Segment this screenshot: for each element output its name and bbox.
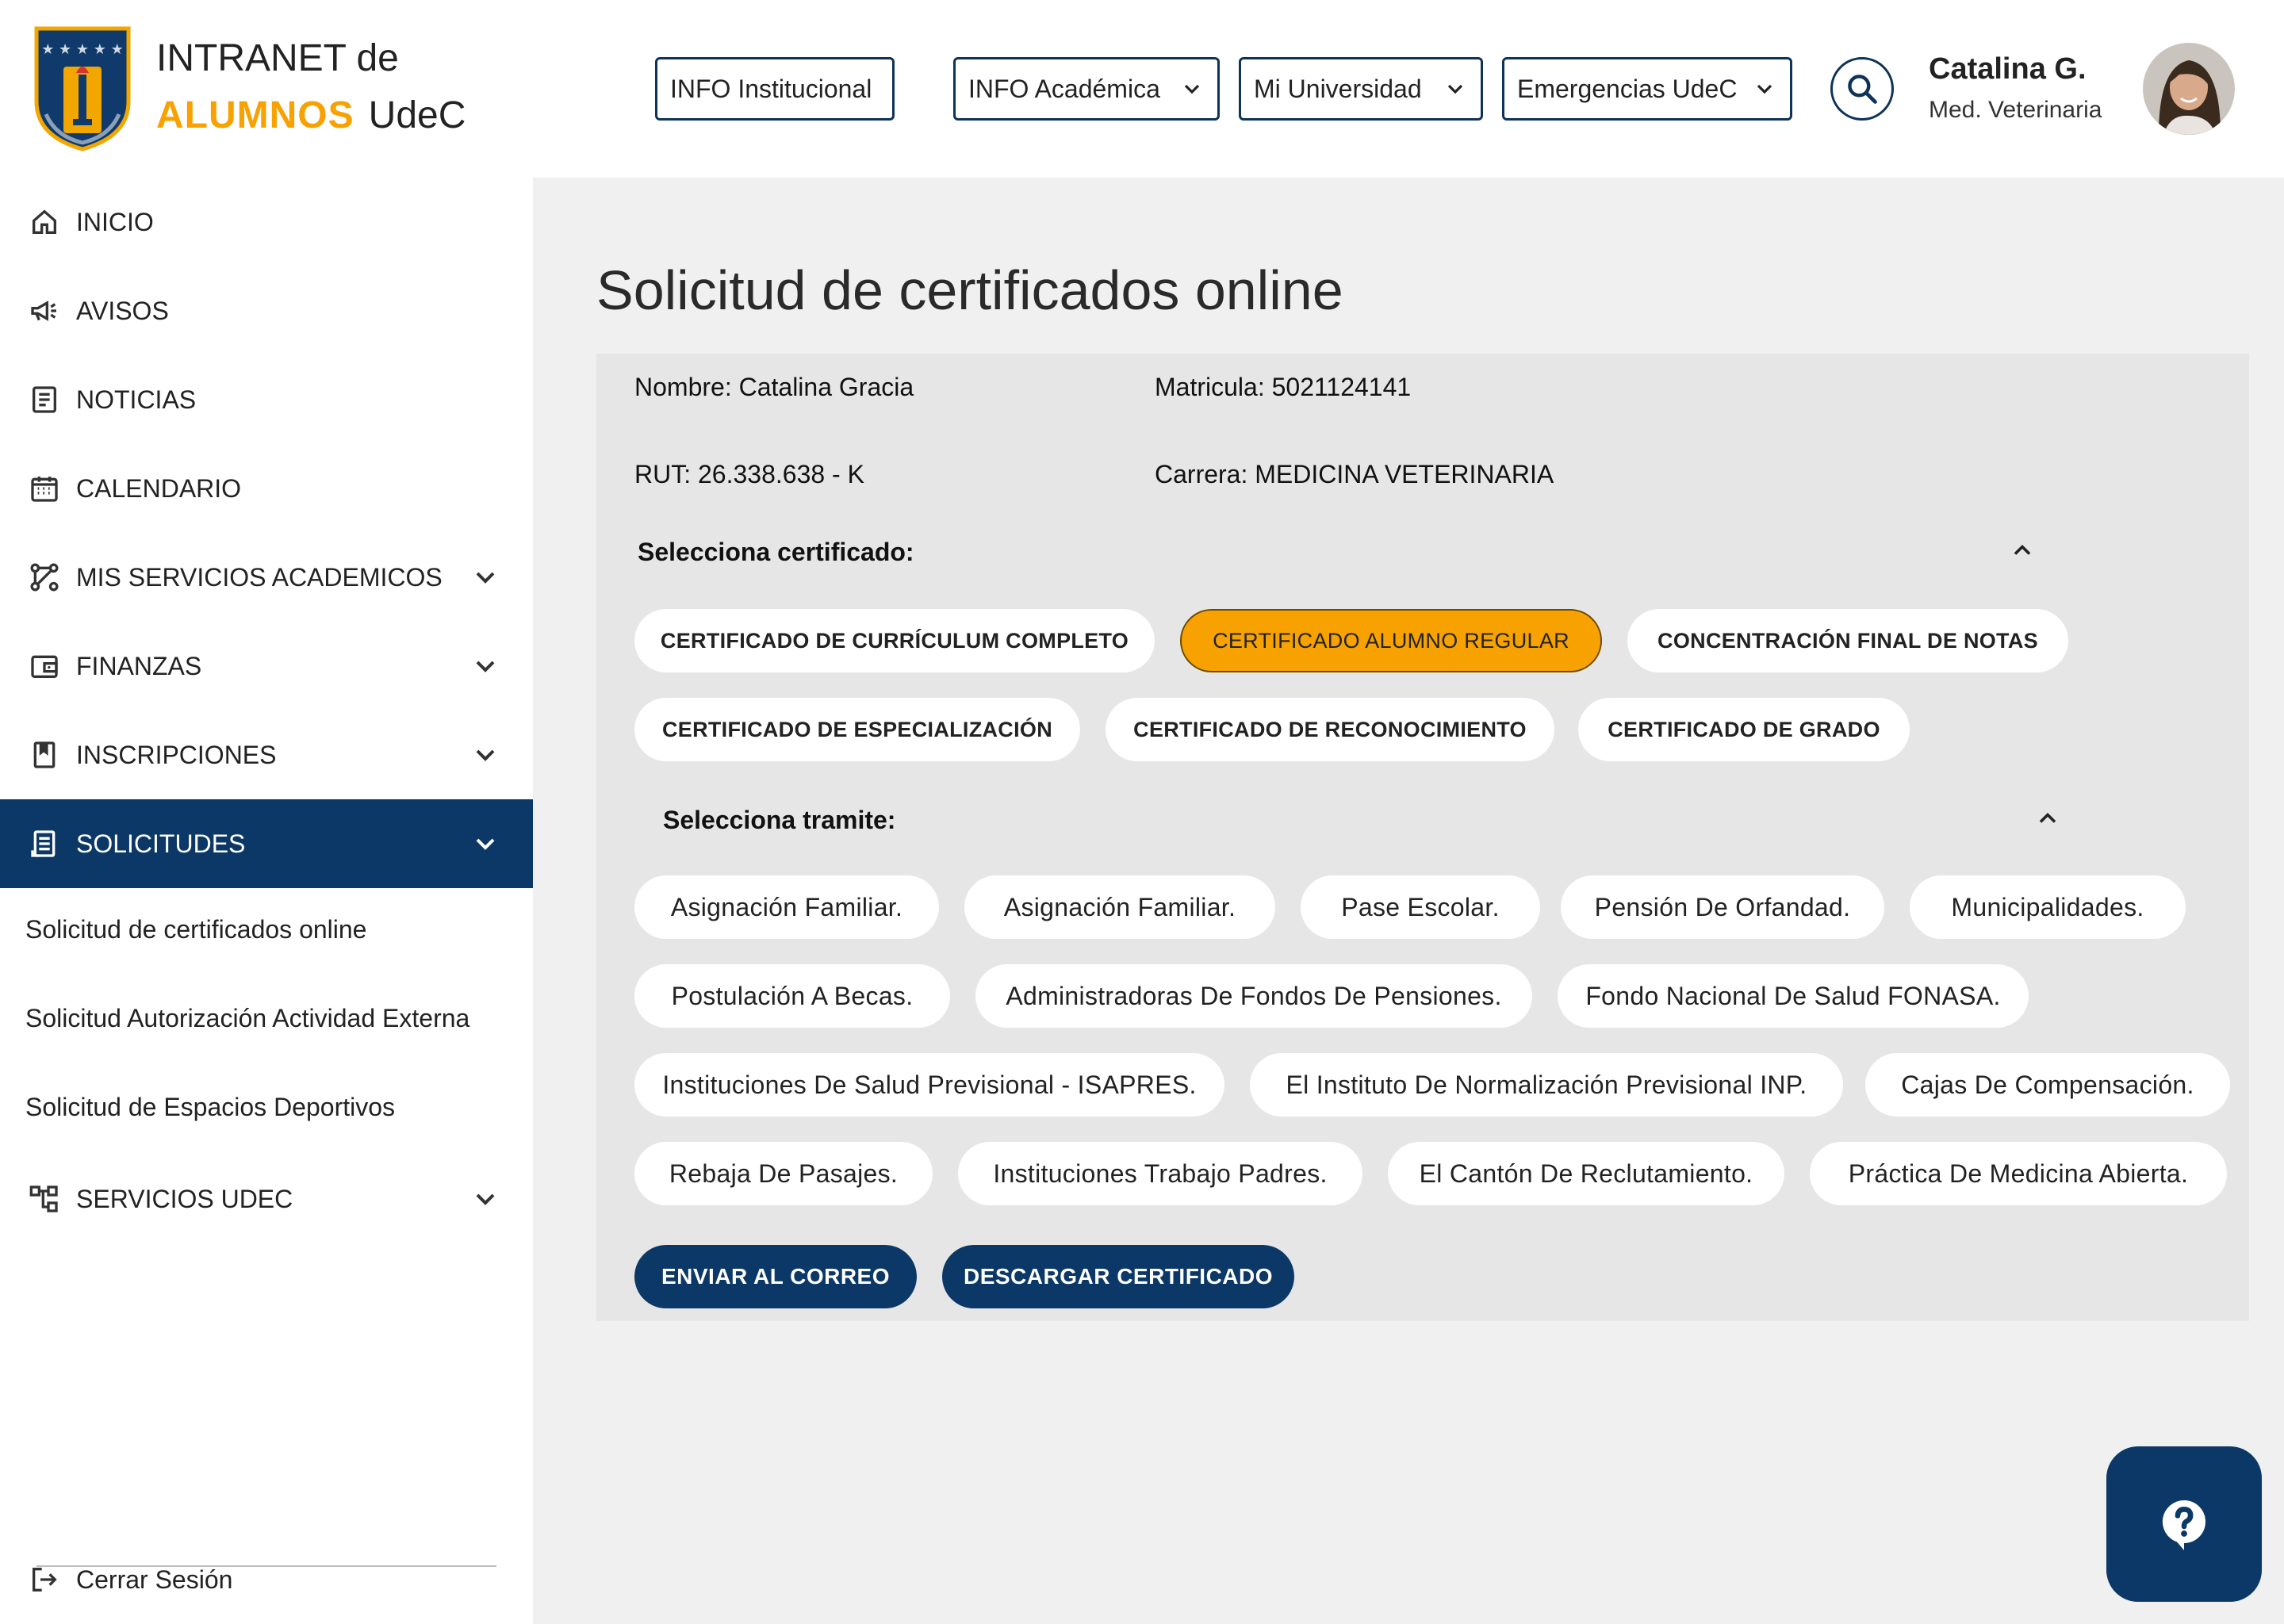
sidebar-item-mis-servicios-academicos[interactable]: MIS SERVICIOS ACADEMICOS: [0, 533, 533, 622]
tramite-section-label: Selecciona tramite:: [663, 806, 896, 834]
logout-icon: [33, 1568, 57, 1591]
send-email-button[interactable]: ENVIAR AL CORREO: [634, 1245, 917, 1308]
tramite-chip[interactable]: El Cantón De Reclutamiento.: [1388, 1142, 1784, 1205]
tramite-chip[interactable]: Pensión De Orfandad.: [1561, 875, 1884, 939]
sidebar-subitem-espacios-deportivos[interactable]: Solicitud de Espacios Deportivos: [25, 1093, 395, 1122]
sidebar-item-finanzas[interactable]: FINANZAS: [0, 622, 533, 710]
tramite-chip[interactable]: El Instituto De Normalización Previsiona…: [1250, 1053, 1843, 1116]
udec-logo[interactable]: ★ ★ ★ ★ ★: [32, 25, 133, 152]
nav-label: Mi Universidad: [1254, 74, 1422, 103]
chevron-up-icon[interactable]: [2008, 536, 2037, 565]
sidebar-item-label: NOTICIAS: [76, 385, 197, 414]
tramite-chip[interactable]: Instituciones De Salud Previsional - ISA…: [634, 1053, 1224, 1116]
bookmark-icon: [33, 741, 56, 768]
chevron-down-icon: [1757, 84, 1772, 94]
tramite-chip[interactable]: Administradoras De Fondos De Pensiones.: [975, 964, 1532, 1028]
student-matricula: Matricula: 5021124141: [1155, 373, 1412, 401]
user-name: Catalina G.: [1929, 52, 2087, 86]
sidebar-item-noticias[interactable]: NOTICIAS: [0, 355, 533, 444]
chevron-down-icon: [1447, 84, 1463, 94]
sidebar-item-label: AVISOS: [76, 296, 169, 325]
home-icon: [33, 209, 56, 234]
sidebar-item-solicitudes[interactable]: SOLICITUDES: [0, 799, 533, 888]
avatar[interactable]: [2143, 43, 2235, 135]
brand-title: INTRANET de: [156, 37, 399, 79]
chevron-down-icon: [476, 572, 495, 584]
tramite-chip[interactable]: Postulación A Becas.: [634, 964, 950, 1028]
sidebar-item-label: SERVICIOS UDEC: [76, 1184, 293, 1213]
tramite-chip[interactable]: Asignación Familiar.: [964, 875, 1275, 939]
nav-label: Emergencias UdeC: [1517, 74, 1738, 103]
megaphone-icon: [31, 301, 56, 321]
nav-label: INFO Institucional: [670, 74, 872, 103]
tramite-chip[interactable]: Municipalidades.: [1910, 875, 2186, 939]
chevron-down-icon: [1184, 84, 1200, 94]
tramite-chip[interactable]: Rebaja De Pasajes.: [634, 1142, 933, 1205]
tramite-chip[interactable]: Práctica De Medicina Abierta.: [1810, 1142, 2227, 1205]
sidebar-item-servicios-udec[interactable]: SERVICIOS UDEC: [0, 1155, 533, 1243]
document-icon: [31, 830, 56, 857]
brand-alumnos: ALUMNOS: [156, 94, 354, 136]
download-certificate-button[interactable]: DESCARGAR CERTIFICADO: [942, 1245, 1294, 1308]
tramite-chip[interactable]: Fondo Nacional De Salud FONASA.: [1558, 964, 2029, 1028]
student-carrera: Carrera: MEDICINA VETERINARIA: [1155, 460, 1554, 488]
sidebar-subitem-actividad-externa[interactable]: Solicitud Autorización Actividad Externa: [25, 1004, 469, 1033]
brand-udec: UdeC: [368, 94, 466, 136]
logout-button[interactable]: Cerrar Sesión: [0, 1535, 533, 1624]
chevron-down-icon: [476, 661, 495, 672]
sidebar-item-label: CALENDARIO: [76, 473, 242, 503]
sidebar-subitem-certificados[interactable]: Solicitud de certificados online: [25, 915, 366, 944]
sidebar-item-inicio[interactable]: INICIO: [0, 178, 533, 266]
search-icon: [1848, 75, 1877, 104]
certificate-chip[interactable]: CERTIFICADO DE GRADO: [1578, 698, 1910, 761]
user-career: Med. Veterinaria: [1929, 97, 2102, 123]
sidebar-item-label: MIS SERVICIOS ACADEMICOS: [76, 562, 443, 592]
services-icon: [30, 563, 59, 592]
search-button[interactable]: [1830, 57, 1894, 121]
nav-info-institucional-dropdown[interactable]: INFO Institucional: [655, 57, 895, 121]
certificate-chip[interactable]: CERTIFICADO DE CURRÍCULUM COMPLETO: [634, 609, 1155, 672]
help-icon: [2162, 1500, 2205, 1550]
wallet-icon: [31, 655, 58, 678]
chevron-down-icon: [476, 838, 495, 850]
chevron-down-icon: [476, 1193, 495, 1205]
nav-label: INFO Académica: [968, 74, 1160, 103]
sidebar-item-avisos[interactable]: AVISOS: [0, 266, 533, 355]
chevron-up-icon[interactable]: [2033, 804, 2062, 833]
certificate-chip[interactable]: CERTIFICADO DE ESPECIALIZACIÓN: [634, 698, 1080, 761]
nav-mi-universidad-dropdown[interactable]: Mi Universidad: [1239, 57, 1483, 121]
sidebar-item-inscripciones[interactable]: INSCRIPCIONES: [0, 710, 533, 799]
svg-text:★ ★ ★ ★ ★: ★ ★ ★ ★ ★: [41, 41, 124, 58]
sidebar-item-label: FINANZAS: [76, 651, 202, 680]
tramite-chip[interactable]: Asignación Familiar.: [634, 875, 939, 939]
nav-emergencias-dropdown[interactable]: Emergencias UdeC: [1502, 57, 1792, 121]
calendar-icon: [31, 477, 58, 502]
certificate-chip[interactable]: CONCENTRACIÓN FINAL DE NOTAS: [1627, 609, 2068, 672]
sidebar-item-label: INICIO: [76, 207, 154, 236]
page-title: Solicitud de certificados online: [596, 259, 1343, 321]
news-icon: [33, 386, 56, 413]
top-header: ★ ★ ★ ★ ★ INTRANET de ALUMNOS UdeC INFO I…: [0, 0, 2284, 178]
nav-info-academica-dropdown[interactable]: INFO Académica: [953, 57, 1220, 121]
sidebar-item-calendario[interactable]: CALENDARIO: [0, 444, 533, 533]
logout-label: Cerrar Sesión: [76, 1565, 233, 1594]
tramite-chip[interactable]: Pase Escolar.: [1301, 875, 1540, 939]
chevron-down-icon: [476, 749, 495, 761]
student-name: Nombre: Catalina Gracia: [634, 373, 914, 401]
certificate-chip[interactable]: CERTIFICADO DE RECONOCIMIENTO: [1106, 698, 1554, 761]
certificate-section-label: Selecciona certificado:: [638, 538, 914, 566]
student-rut: RUT: 26.338.638 - K: [634, 460, 864, 488]
sidebar-item-label: SOLICITUDES: [76, 829, 246, 858]
certificate-chip-selected[interactable]: CERTIFICADO ALUMNO REGULAR: [1180, 609, 1602, 672]
sidebar-item-label: INSCRIPCIONES: [76, 740, 277, 769]
tramite-chip[interactable]: Cajas De Compensación.: [1865, 1053, 2230, 1116]
help-button[interactable]: [2106, 1446, 2262, 1602]
tramite-chip[interactable]: Instituciones Trabajo Padres.: [958, 1142, 1362, 1205]
brand-subtitle: ALUMNOS UdeC: [156, 94, 466, 137]
sidebar: INICIO AVISOS NOTICIAS CALENDARIO MIS SE…: [0, 178, 533, 1624]
network-icon: [29, 1185, 58, 1212]
